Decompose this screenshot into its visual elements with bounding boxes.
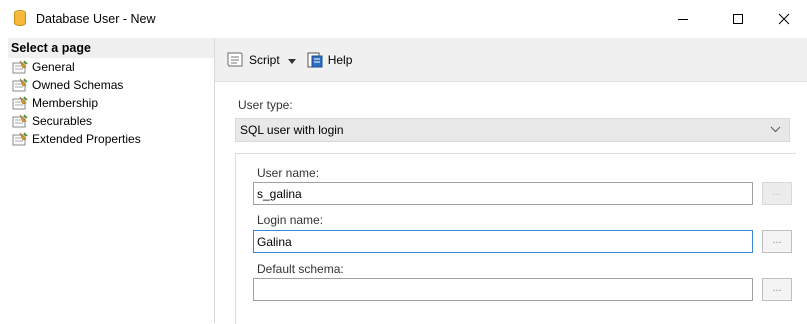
- login-name-field[interactable]: [253, 230, 753, 253]
- sidebar-item-membership[interactable]: Membership: [8, 94, 214, 112]
- default-schema-field[interactable]: [253, 278, 753, 301]
- help-button[interactable]: Help: [306, 51, 353, 69]
- sidebar-item-securables[interactable]: Securables: [8, 112, 214, 130]
- maximize-icon: [732, 13, 744, 25]
- toolbar: Script Help: [215, 38, 807, 82]
- window-title: Database User - New: [36, 12, 156, 26]
- close-button[interactable]: [761, 0, 807, 38]
- user-name-browse-button[interactable]: ...: [762, 182, 792, 205]
- page-icon: [12, 114, 28, 128]
- help-icon: [307, 52, 323, 67]
- user-name-label: User name:: [257, 166, 320, 180]
- sidebar-item-label: Membership: [32, 96, 99, 110]
- page-icon: [12, 78, 28, 92]
- script-label: Script: [249, 52, 280, 67]
- chevron-down-icon: [770, 124, 781, 138]
- user-name-field[interactable]: [253, 182, 753, 205]
- script-button[interactable]: Script: [225, 51, 300, 69]
- help-label: Help: [327, 52, 353, 67]
- script-icon: [227, 52, 243, 66]
- sidebar-item-label: General: [32, 60, 75, 74]
- general-page: Script Help User type: SQL user with log…: [215, 38, 807, 324]
- user-type-value: SQL user with login: [240, 123, 344, 137]
- minimize-button[interactable]: [660, 0, 706, 38]
- select-page-header: Select a page: [8, 38, 214, 58]
- page-icon: [12, 96, 28, 110]
- login-name-browse-button[interactable]: ...: [762, 230, 792, 253]
- sidebar-item-owned-schemas[interactable]: Owned Schemas: [8, 76, 214, 94]
- close-icon: [778, 13, 790, 25]
- default-schema-browse-button[interactable]: ...: [762, 278, 792, 301]
- sidebar-item-general[interactable]: General: [8, 58, 214, 76]
- login-name-label: Login name:: [257, 213, 324, 227]
- title-bar: Database User - New: [0, 0, 807, 38]
- minimize-icon: [677, 13, 689, 25]
- maximize-button[interactable]: [715, 0, 761, 38]
- chevron-down-icon[interactable]: [287, 53, 300, 67]
- sidebar-item-label: Securables: [32, 114, 93, 128]
- user-type-select[interactable]: SQL user with login: [235, 118, 790, 142]
- sidebar-item-label: Owned Schemas: [32, 78, 124, 92]
- sidebar-item-extended-properties[interactable]: Extended Properties: [8, 130, 214, 148]
- default-schema-label: Default schema:: [257, 262, 344, 276]
- page-icon: [12, 132, 28, 146]
- user-type-label: User type:: [238, 98, 293, 112]
- database-icon: [14, 10, 26, 29]
- page-icon: [12, 60, 28, 74]
- sidebar-item-label: Extended Properties: [32, 132, 141, 146]
- page-selector: Select a page General Owned Schemas Memb…: [8, 38, 215, 323]
